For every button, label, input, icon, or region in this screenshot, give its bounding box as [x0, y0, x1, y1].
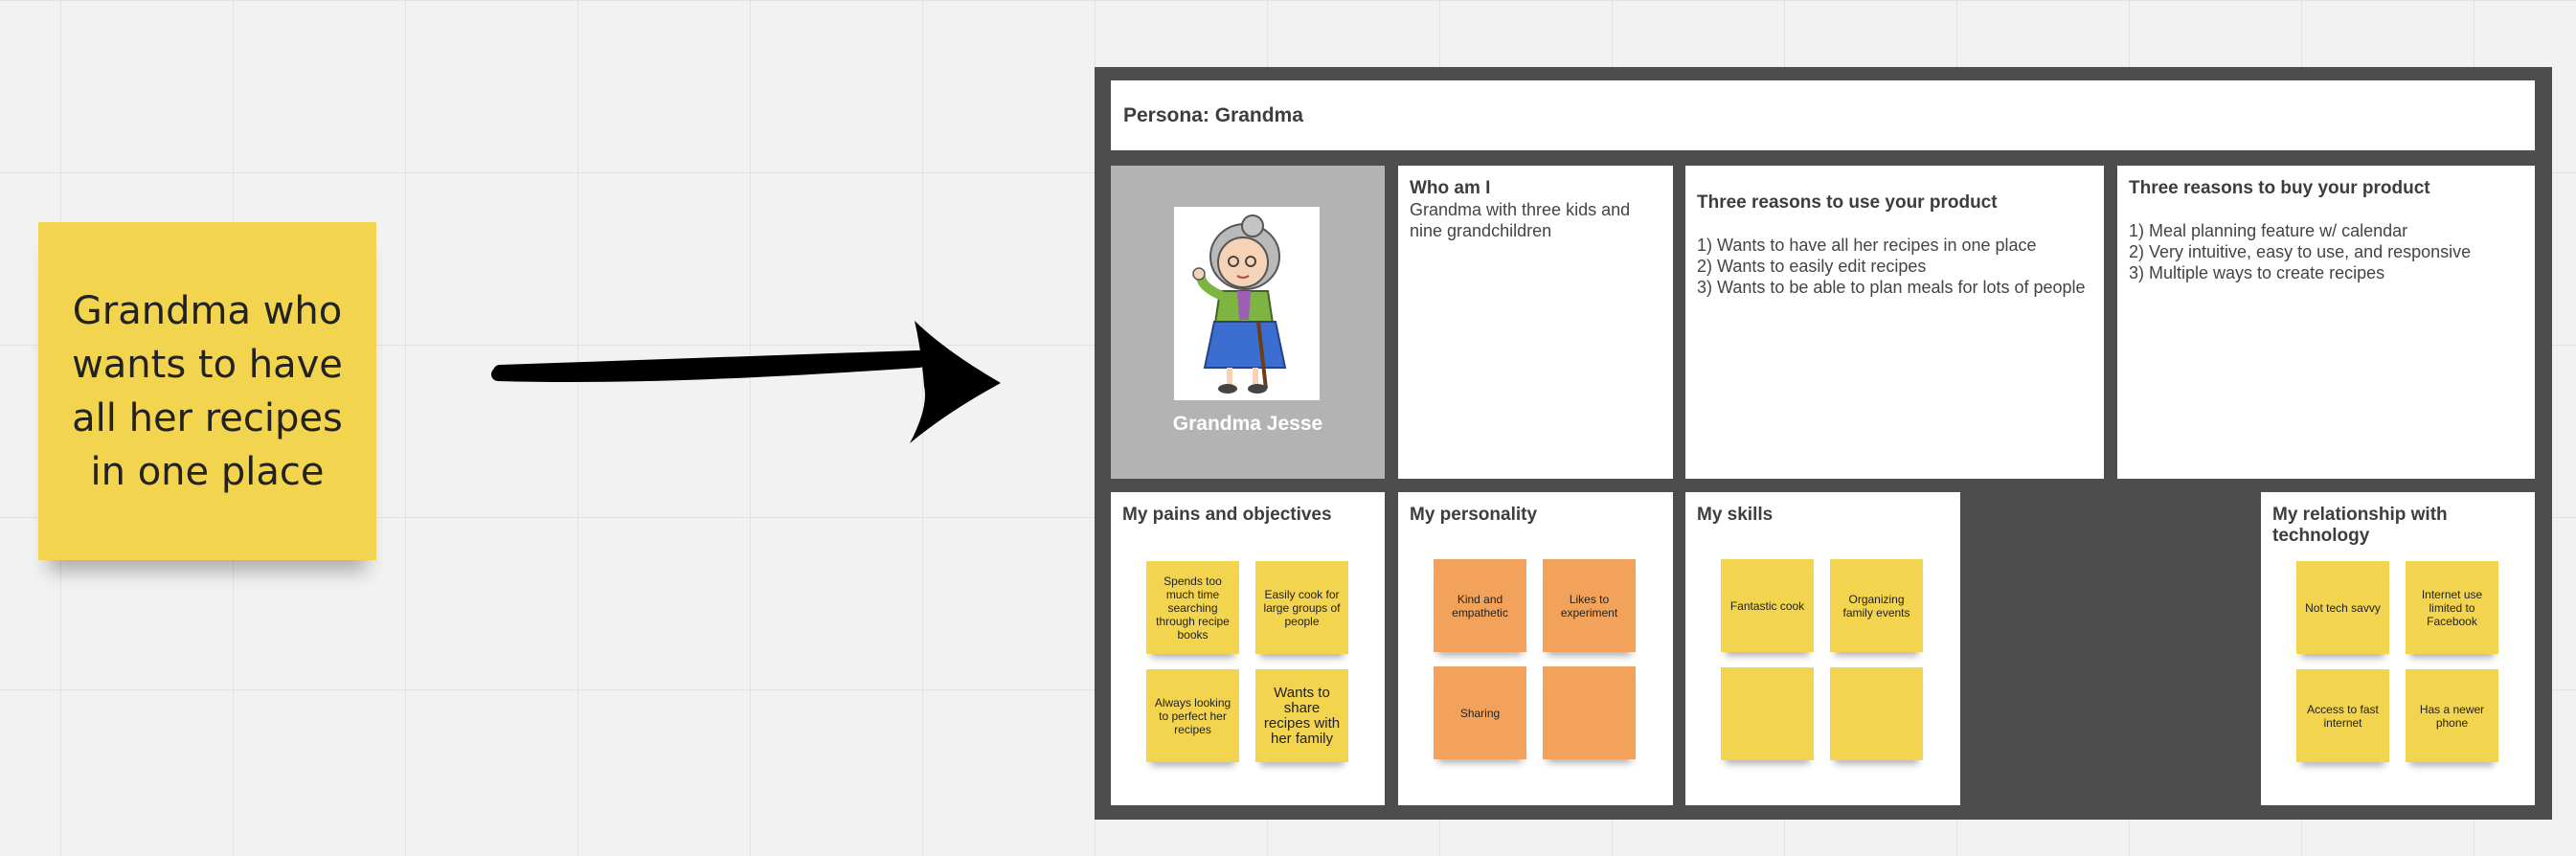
sticky-note-main[interactable]: Grandma who wants to have all her recipe… [38, 222, 376, 560]
sticky-note[interactable]: Spends too much time searching through r… [1146, 561, 1239, 654]
sticky-note-text: Wants to share recipes with her family [1263, 684, 1341, 747]
grandma-illustration-icon [1192, 214, 1287, 394]
pains-heading: My pains and objectives [1122, 505, 1332, 525]
buy-reason-3: 3) Multiple ways to create recipes [2129, 263, 2385, 282]
use-heading: Three reasons to use your product [1697, 192, 1998, 213]
personality-heading: My personality [1410, 505, 1538, 525]
persona-name: Grandma Jesse [1172, 413, 1323, 435]
sticky-note[interactable]: Wants to share recipes with her family [1255, 669, 1348, 762]
pains-objectives-card[interactable]: My pains and objectives Spends too much … [1111, 492, 1385, 805]
who-body: Grandma with three kids and nine grandch… [1410, 200, 1631, 240]
sticky-note-text: Organizing family events [1842, 592, 1910, 619]
sticky-note[interactable]: Has a newer phone [2406, 669, 2498, 762]
persona-board: Persona: Grandma Grandma Jesse Who am I … [1095, 67, 2552, 820]
sticky-note[interactable]: Fantastic cook [1721, 559, 1814, 652]
sticky-note[interactable]: Likes to experiment [1543, 559, 1636, 652]
use-reason-2: 2) Wants to easily edit recipes [1697, 257, 1927, 276]
personality-card[interactable]: My personality Kind and empathetic Likes… [1398, 492, 1673, 805]
sticky-note[interactable]: Not tech savvy [2296, 561, 2389, 654]
grandma-avatar [1174, 207, 1320, 400]
sticky-note-text: Grandma who wants to have all her recipe… [72, 288, 343, 494]
sticky-note-text: Access to fast internet [2307, 702, 2379, 730]
sticky-note-text: Internet use limited to Facebook [2421, 587, 2483, 628]
sticky-note[interactable] [1543, 666, 1636, 759]
sticky-note-text: Likes to experiment [1560, 592, 1618, 619]
sticky-note-text: Has a newer phone [2419, 702, 2485, 730]
reasons-to-buy-card[interactable]: Three reasons to buy your product 1) Mea… [2117, 166, 2535, 479]
persona-title-card[interactable]: Persona: Grandma [1111, 80, 2535, 150]
who-am-i-card[interactable]: Who am I Grandma with three kids and nin… [1398, 166, 1673, 479]
sticky-note[interactable] [1721, 667, 1814, 760]
persona-title: Persona: Grandma [1123, 103, 1303, 126]
skills-card[interactable]: My skills Fantastic cook Organizing fami… [1685, 492, 1960, 805]
sticky-note[interactable]: Always looking to perfect her recipes [1146, 669, 1239, 762]
tech-heading: My relationship with technology [2272, 505, 2448, 546]
reasons-to-use-card[interactable]: Three reasons to use your product 1) Wan… [1685, 166, 2104, 479]
who-heading: Who am I [1410, 178, 1491, 198]
use-reason-3: 3) Wants to be able to plan meals for lo… [1697, 278, 2086, 297]
sticky-note[interactable] [1830, 667, 1923, 760]
sticky-note-text: Fantastic cook [1729, 598, 1805, 613]
sticky-note-text: Spends too much time searching through r… [1156, 574, 1230, 642]
persona-photo-card[interactable]: Grandma Jesse [1111, 166, 1385, 479]
technology-card[interactable]: My relationship with technology Not tech… [2261, 492, 2535, 805]
sticky-note-text: Kind and empathetic [1452, 592, 1508, 619]
buy-heading: Three reasons to buy your product [2129, 178, 2430, 198]
sticky-note[interactable]: Organizing family events [1830, 559, 1923, 652]
sticky-note-text: Always looking to perfect her recipes [1154, 695, 1232, 736]
sticky-note[interactable]: Access to fast internet [2296, 669, 2389, 762]
buy-reason-1: 1) Meal planning feature w/ calendar [2129, 221, 2408, 240]
sticky-note[interactable]: Internet use limited to Facebook [2406, 561, 2498, 654]
sticky-note[interactable]: Sharing [1434, 666, 1526, 759]
sticky-note[interactable]: Easily cook for large groups of people [1255, 561, 1348, 654]
skills-heading: My skills [1697, 505, 1774, 525]
sticky-note-text: Not tech savvy [2305, 600, 2381, 615]
arrow-right-icon[interactable] [488, 311, 1015, 455]
sticky-note[interactable]: Kind and empathetic [1434, 559, 1526, 652]
use-reason-1: 1) Wants to have all her recipes in one … [1697, 236, 2037, 255]
sticky-note-text: Easily cook for large groups of people [1263, 587, 1341, 628]
sticky-note-text: Sharing [1459, 706, 1501, 720]
buy-reason-2: 2) Very intuitive, easy to use, and resp… [2129, 242, 2472, 261]
